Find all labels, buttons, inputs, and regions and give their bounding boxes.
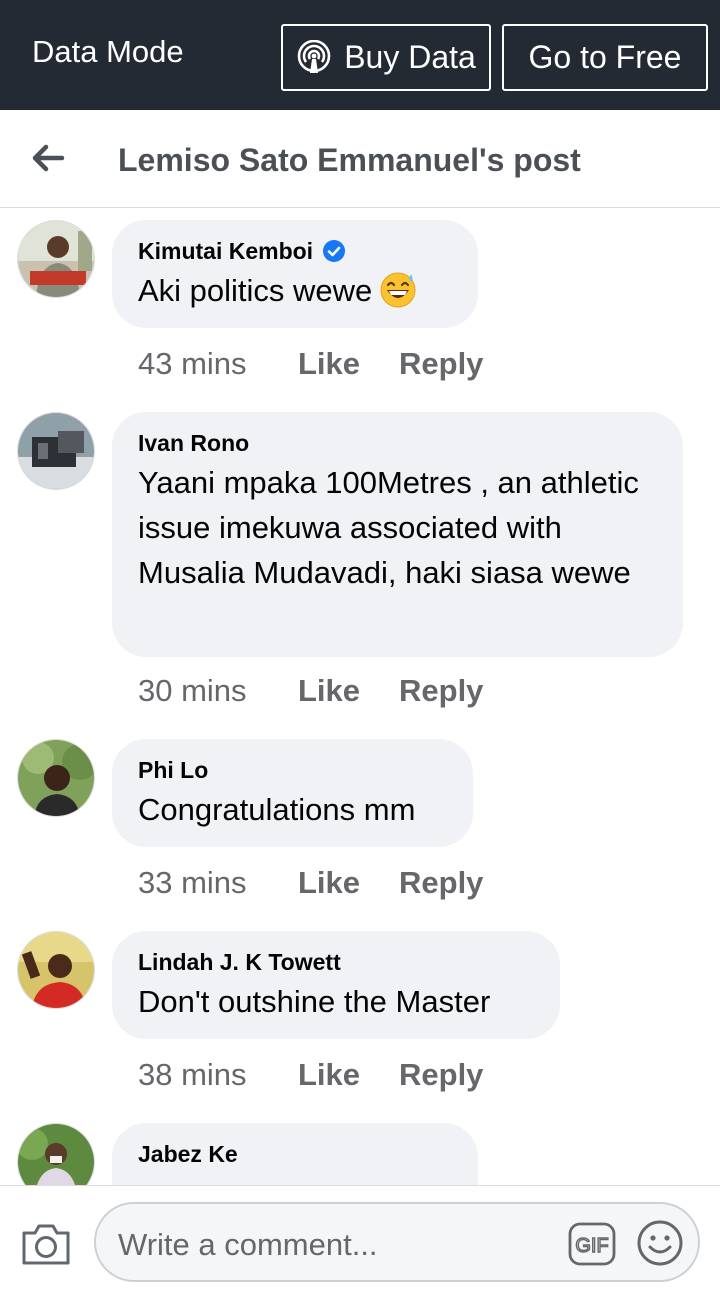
reply-button[interactable]: Reply (399, 865, 483, 901)
data-mode-label: Data Mode (32, 34, 184, 69)
reply-button[interactable]: Reply (399, 1057, 483, 1093)
avatar[interactable] (17, 412, 95, 490)
arrow-left-icon[interactable] (28, 138, 68, 178)
comment-meta: 38 mins Like Reply (138, 1057, 483, 1093)
comment-meta: 43 mins Like Reply (138, 346, 483, 382)
svg-text:GIF: GIF (575, 1235, 608, 1257)
go-to-free-label: Go to Free (528, 39, 682, 75)
comment-bubble[interactable]: Phi Lo Congratulations mm (112, 739, 473, 847)
post-header: Lemiso Sato Emmanuel's post (0, 110, 720, 208)
comment-time: 38 mins (138, 1057, 247, 1092)
camera-icon[interactable] (20, 1221, 72, 1267)
avatar[interactable] (17, 931, 95, 1009)
comment-time: 43 mins (138, 346, 247, 381)
comment-input[interactable]: Write a comment... GIF (94, 1202, 700, 1282)
comment-bubble[interactable]: Jabez Ke (112, 1123, 478, 1185)
commenter-name[interactable]: Lindah J. K Towett (138, 947, 534, 977)
broadcast-signal-icon (297, 39, 331, 73)
comment-bubble[interactable]: Lindah J. K Towett Don't outshine the Ma… (112, 931, 560, 1039)
go-to-free-button[interactable]: Go to Free (502, 24, 708, 91)
page-title: Lemiso Sato Emmanuel's post (118, 142, 581, 178)
smiley-icon[interactable] (636, 1219, 684, 1267)
comment-text: Aki politics wewe (138, 268, 452, 313)
avatar[interactable] (17, 739, 95, 817)
buy-data-button[interactable]: Buy Data (281, 24, 491, 91)
commenter-name[interactable]: Phi Lo (138, 755, 447, 785)
comment-meta: 33 mins Like Reply (138, 865, 483, 901)
avatar[interactable] (17, 1123, 95, 1185)
comment-time: 30 mins (138, 673, 247, 708)
like-button[interactable]: Like (298, 865, 399, 901)
commenter-name[interactable]: Jabez Ke (138, 1139, 452, 1169)
reply-button[interactable]: Reply (399, 673, 483, 709)
buy-data-label: Buy Data (344, 39, 476, 75)
comment-meta: 30 mins Like Reply (138, 673, 483, 709)
reply-button[interactable]: Reply (399, 346, 483, 382)
comment-text: Yaani mpaka 100Metres , an athletic issu… (138, 465, 639, 590)
like-button[interactable]: Like (298, 1057, 399, 1093)
gif-icon[interactable]: GIF (568, 1222, 616, 1266)
comment-composer: Write a comment... GIF (0, 1185, 720, 1298)
commenter-name[interactable]: Ivan Rono (138, 428, 657, 458)
comment-text: Don't outshine the Master (138, 984, 491, 1019)
comment-placeholder: Write a comment... (118, 1227, 378, 1262)
avatar[interactable] (17, 220, 95, 298)
comment-bubble[interactable]: Kimutai Kemboi Aki politics wewe (112, 220, 478, 328)
grinning-sweat-emoji-icon (380, 272, 416, 308)
like-button[interactable]: Like (298, 346, 399, 382)
verified-badge-icon (323, 240, 346, 262)
comment-list[interactable]: Kimutai Kemboi Aki politics wewe 43 mins (0, 208, 720, 1185)
data-mode-bar: Data Mode Buy Data Go to Free (0, 0, 720, 110)
comment-text: Congratulations mm (138, 792, 416, 827)
comment-time: 33 mins (138, 865, 247, 900)
comment-bubble[interactable]: Ivan Rono Yaani mpaka 100Metres , an ath… (112, 412, 683, 657)
like-button[interactable]: Like (298, 673, 399, 709)
commenter-name[interactable]: Kimutai Kemboi (138, 236, 452, 266)
